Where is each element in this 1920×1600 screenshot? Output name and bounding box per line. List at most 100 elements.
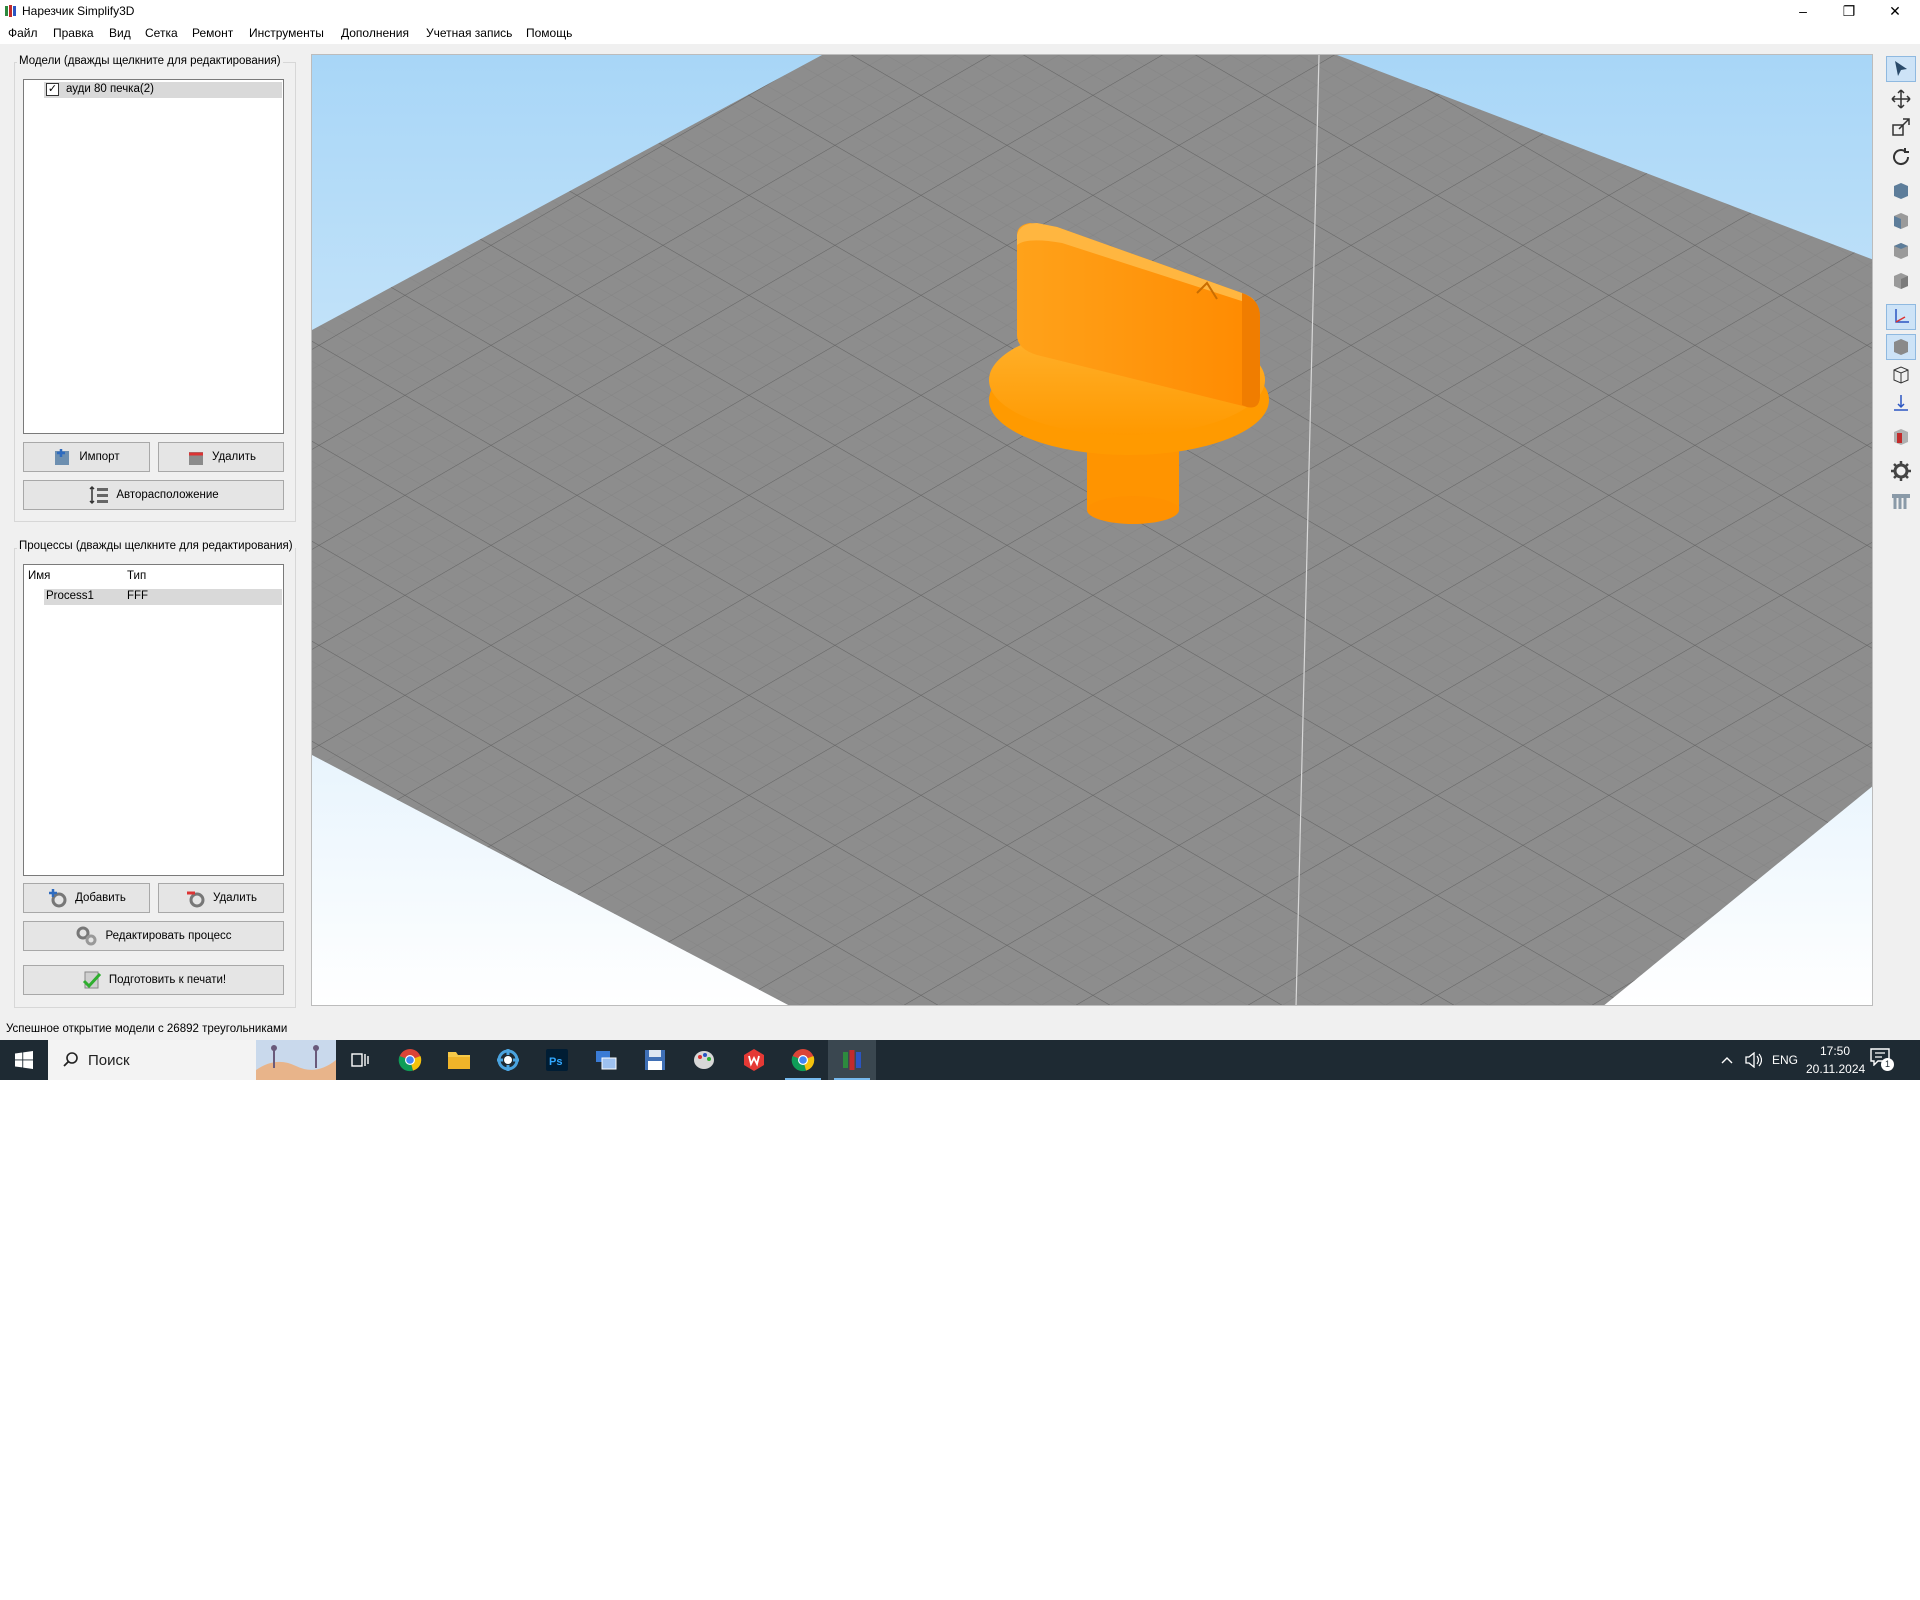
view-side-button[interactable] bbox=[1886, 268, 1916, 294]
restore-button[interactable]: ❐ bbox=[1826, 0, 1872, 22]
gears-icon bbox=[76, 926, 97, 946]
task-view-button[interactable] bbox=[336, 1040, 384, 1080]
select-icon bbox=[1895, 61, 1907, 76]
view-front-button[interactable] bbox=[1886, 208, 1916, 234]
table-row[interactable]: Process1 FFF bbox=[44, 589, 282, 605]
task-view-icon bbox=[351, 1053, 369, 1067]
taskbar-file-explorer[interactable] bbox=[435, 1040, 483, 1080]
search-highlight-image bbox=[256, 1040, 336, 1080]
supports-icon bbox=[1892, 494, 1910, 509]
rotate-tool[interactable] bbox=[1886, 144, 1916, 170]
scale-icon bbox=[1892, 118, 1910, 136]
minimize-button[interactable]: – bbox=[1780, 0, 1826, 22]
taskbar-network-app[interactable] bbox=[484, 1040, 532, 1080]
wireframe-view-toggle[interactable] bbox=[1886, 362, 1916, 388]
view-side-icon bbox=[1894, 273, 1908, 289]
language-indicator[interactable]: ENG bbox=[1772, 1053, 1798, 1067]
network-app-icon bbox=[497, 1049, 519, 1071]
tray-expand-icon[interactable] bbox=[1720, 1054, 1734, 1066]
column-header-type[interactable]: Тип bbox=[127, 570, 146, 582]
taskbar-search[interactable]: Поиск bbox=[48, 1040, 336, 1080]
cross-section-icon bbox=[1894, 429, 1908, 445]
notification-center-button[interactable]: 1 bbox=[1870, 1048, 1894, 1072]
status-text: Успешное открытие модели с 26892 треугол… bbox=[6, 1023, 288, 1035]
simplify3d-window: Нарезчик Simplify3D – ❐ ✕ Файл Правка Ви… bbox=[0, 0, 1920, 1080]
rotate-icon bbox=[1893, 148, 1910, 166]
view-top-button[interactable] bbox=[1886, 238, 1916, 264]
checkmark-icon bbox=[82, 971, 101, 989]
process-type: FFF bbox=[127, 590, 149, 602]
move-tool[interactable] bbox=[1886, 86, 1916, 112]
view-top-icon bbox=[1894, 243, 1908, 259]
center-toggle[interactable] bbox=[1886, 390, 1916, 416]
remote-desktop-icon bbox=[596, 1051, 617, 1070]
menu-repair[interactable]: Ремонт bbox=[192, 26, 233, 40]
delete-process-label: Удалить bbox=[213, 892, 257, 904]
menu-view[interactable]: Вид bbox=[109, 26, 131, 40]
processes-list[interactable]: Имя Тип Process1 FFF bbox=[23, 564, 284, 876]
status-bar: Успешное открытие модели с 26892 треугол… bbox=[0, 1020, 1920, 1040]
clock-date[interactable]: 20.11.2024 bbox=[1806, 1062, 1865, 1076]
view-iso-button[interactable] bbox=[1886, 178, 1916, 204]
model-checkbox[interactable]: ✓ bbox=[46, 83, 59, 96]
axes-toggle[interactable] bbox=[1886, 304, 1916, 330]
select-tool[interactable] bbox=[1886, 56, 1916, 82]
processes-group-title: Процессы (дважды щелкните для редактиров… bbox=[17, 540, 295, 552]
import-button-label: Импорт bbox=[79, 451, 120, 463]
clock-time[interactable]: 17:50 bbox=[1820, 1044, 1850, 1058]
add-gears-icon bbox=[49, 889, 67, 908]
delete-process-button[interactable]: Удалить bbox=[158, 883, 284, 913]
3d-viewport[interactable] bbox=[311, 54, 1873, 1006]
wireframe-view-icon bbox=[1893, 366, 1909, 384]
menu-addons[interactable]: Дополнения bbox=[341, 26, 409, 40]
taskbar-paint-app[interactable] bbox=[680, 1040, 728, 1080]
menu-tools[interactable]: Инструменты bbox=[249, 26, 324, 40]
add-process-label: Добавить bbox=[75, 892, 126, 904]
windows-logo-icon bbox=[15, 1051, 33, 1069]
solid-view-icon bbox=[1894, 339, 1908, 355]
volume-icon[interactable] bbox=[1744, 1052, 1762, 1068]
move-icon bbox=[1891, 89, 1911, 109]
supports-button[interactable] bbox=[1886, 488, 1916, 514]
cross-section-toggle[interactable] bbox=[1886, 424, 1916, 450]
column-header-name[interactable]: Имя bbox=[28, 570, 50, 582]
settings-icon bbox=[1891, 461, 1911, 481]
svg-text:Ps: Ps bbox=[549, 1056, 562, 1068]
edit-process-button[interactable]: Редактировать процесс bbox=[23, 921, 284, 951]
delete-icon bbox=[189, 452, 204, 465]
view-iso-icon bbox=[1894, 183, 1908, 199]
scale-tool[interactable] bbox=[1886, 114, 1916, 140]
taskbar-remote-desktop[interactable] bbox=[582, 1040, 630, 1080]
menu-account[interactable]: Учетная запись bbox=[426, 26, 512, 40]
model-name: ауди 80 печка(2) bbox=[66, 83, 154, 95]
delete-model-button[interactable]: Удалить bbox=[158, 442, 284, 472]
import-button[interactable]: Импорт bbox=[23, 442, 150, 472]
settings-button[interactable] bbox=[1886, 458, 1916, 484]
chrome-icon bbox=[791, 1049, 815, 1072]
import-icon bbox=[55, 449, 70, 465]
center-icon bbox=[1894, 395, 1908, 411]
menu-file[interactable]: Файл bbox=[8, 26, 38, 40]
window-title: Нарезчик Simplify3D bbox=[22, 4, 135, 18]
menu-mesh[interactable]: Сетка bbox=[145, 26, 178, 40]
close-button[interactable]: ✕ bbox=[1872, 0, 1918, 22]
start-button[interactable] bbox=[0, 1040, 48, 1080]
add-process-button[interactable]: Добавить bbox=[23, 883, 150, 913]
models-list[interactable]: ✓ ауди 80 печка(2) bbox=[23, 79, 284, 434]
taskbar-chrome-2[interactable] bbox=[779, 1040, 827, 1080]
axes-icon bbox=[1895, 309, 1909, 323]
taskbar-simplify3d[interactable] bbox=[828, 1040, 876, 1080]
prepare-to-print-button[interactable]: Подготовить к печати! bbox=[23, 965, 284, 995]
taskbar-wps-office[interactable] bbox=[730, 1040, 778, 1080]
taskbar-photoshop[interactable]: Ps bbox=[533, 1040, 581, 1080]
notification-badge: 1 bbox=[1881, 1058, 1894, 1071]
solid-view-toggle[interactable] bbox=[1886, 334, 1916, 360]
menu-help[interactable]: Помощь bbox=[526, 26, 572, 40]
process-name: Process1 bbox=[46, 590, 94, 602]
list-item[interactable]: ✓ ауди 80 печка(2) bbox=[44, 82, 282, 98]
menu-edit[interactable]: Правка bbox=[53, 26, 94, 40]
auto-arrange-button[interactable]: Авторасположение bbox=[23, 480, 284, 510]
taskbar-save-app[interactable] bbox=[631, 1040, 679, 1080]
taskbar-chrome[interactable] bbox=[386, 1040, 434, 1080]
floppy-disk-icon bbox=[645, 1050, 665, 1070]
